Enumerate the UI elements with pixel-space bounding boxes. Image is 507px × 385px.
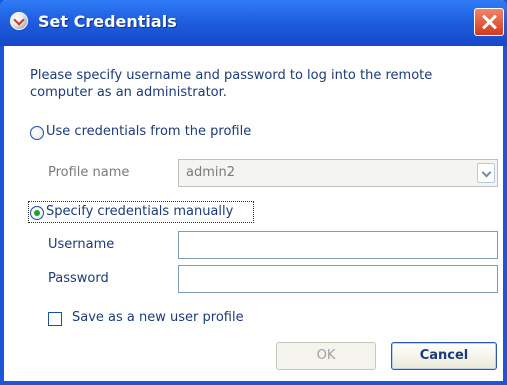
profile-radio[interactable] [30,126,44,140]
manual-radio-label[interactable]: Specify credentials manually [46,204,233,219]
profile-radio-label[interactable]: Use credentials from the profile [46,124,251,139]
title-bar[interactable]: Set Credentials [0,0,507,46]
password-label: Password [48,271,109,286]
close-button[interactable] [474,8,504,36]
username-field[interactable] [178,231,498,259]
profile-name-value: admin2 [186,165,236,180]
save-profile-checkbox[interactable] [48,312,62,326]
intro-text: Please specify username and password to … [30,68,433,100]
username-label: Username [48,237,115,252]
password-field[interactable] [178,265,498,293]
profile-name-dropdown[interactable]: admin2 [178,159,498,187]
save-profile-label[interactable]: Save as a new user profile [72,310,244,325]
chevron-down-icon[interactable] [477,163,495,183]
profile-name-label: Profile name [48,165,130,180]
cancel-button[interactable]: Cancel [391,342,497,370]
dialog-window [0,0,507,385]
ok-button[interactable]: OK [276,342,376,370]
dialog-title: Set Credentials [38,12,177,31]
app-logo-icon [10,12,28,30]
